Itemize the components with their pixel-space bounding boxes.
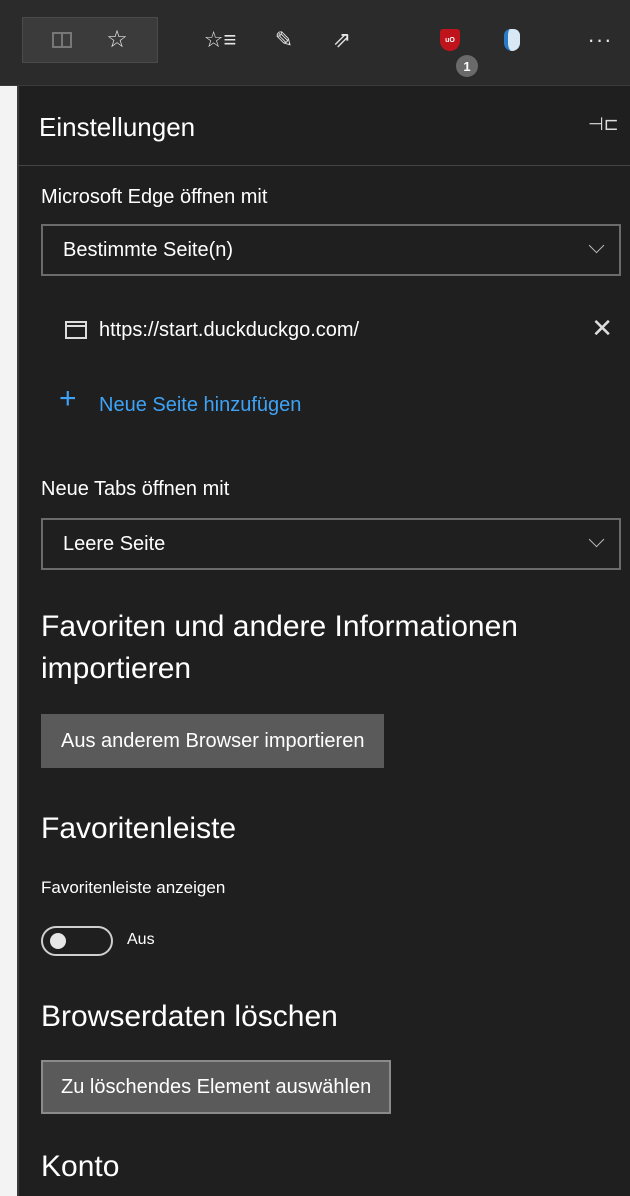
favorites-list-icon[interactable]: ☆≡ <box>200 22 240 58</box>
extension-shield-icon[interactable] <box>492 22 532 58</box>
page-background-edge <box>0 86 17 1196</box>
browser-toolbar: ☆ ☆≡ ✎ ⇗ uO 1 ··· <box>0 0 630 86</box>
toggle-knob <box>50 933 66 949</box>
import-heading: Favoriten und andere Informationen impor… <box>41 610 518 685</box>
new-tabs-select-value: Leere Seite <box>63 533 166 555</box>
startup-select-value: Bestimmte Seite(n) <box>63 239 234 261</box>
startup-page-url: https://start.duckduckgo.com/ <box>99 319 360 341</box>
new-tabs-label: Neue Tabs öffnen mit <box>41 478 230 500</box>
share-icon[interactable]: ⇗ <box>322 22 362 58</box>
pin-icon[interactable]: ⊣⊏ <box>588 114 619 136</box>
chevron-down-icon <box>591 536 605 550</box>
startup-page-row: https://start.duckduckgo.com/ ✕ <box>41 309 621 353</box>
startup-select[interactable]: Bestimmte Seite(n) <box>41 224 621 276</box>
ublock-shield: uO <box>440 29 460 51</box>
ublock-icon[interactable]: uO <box>430 22 470 58</box>
startup-label: Microsoft Edge öffnen mit <box>41 186 268 208</box>
panel-header: Einstellungen ⊣⊏ <box>19 86 630 166</box>
settings-panel: Einstellungen ⊣⊏ Microsoft Edge öffnen m… <box>17 86 630 1196</box>
ublock-badge: 1 <box>456 55 478 77</box>
favorites-bar-heading: Favoritenleiste <box>41 812 237 845</box>
new-tabs-select[interactable]: Leere Seite <box>41 518 621 570</box>
favorites-bar-toggle[interactable] <box>41 926 113 956</box>
clear-data-heading: Browserdaten löschen <box>41 1000 338 1033</box>
import-button[interactable]: Aus anderem Browser importieren <box>41 714 385 768</box>
favorites-bar-toggle-label: Favoritenleiste anzeigen <box>41 878 226 897</box>
account-heading: Konto <box>41 1150 120 1183</box>
clear-data-button[interactable]: Zu löschendes Element auswählen <box>41 1060 392 1114</box>
more-icon[interactable]: ··· <box>580 22 620 58</box>
panel-title: Einstellungen <box>39 112 196 142</box>
chevron-down-icon <box>591 242 605 256</box>
favorites-bar-toggle-state: Aus <box>127 931 155 948</box>
add-page-label: Neue Seite hinzufügen <box>99 394 302 416</box>
star-icon[interactable]: ☆ <box>97 22 137 58</box>
pen-icon[interactable]: ✎ <box>264 22 304 58</box>
plus-icon: + <box>59 382 77 415</box>
window-icon <box>65 321 87 339</box>
reading-view-icon[interactable] <box>42 22 82 58</box>
close-icon[interactable]: ✕ <box>591 315 613 341</box>
